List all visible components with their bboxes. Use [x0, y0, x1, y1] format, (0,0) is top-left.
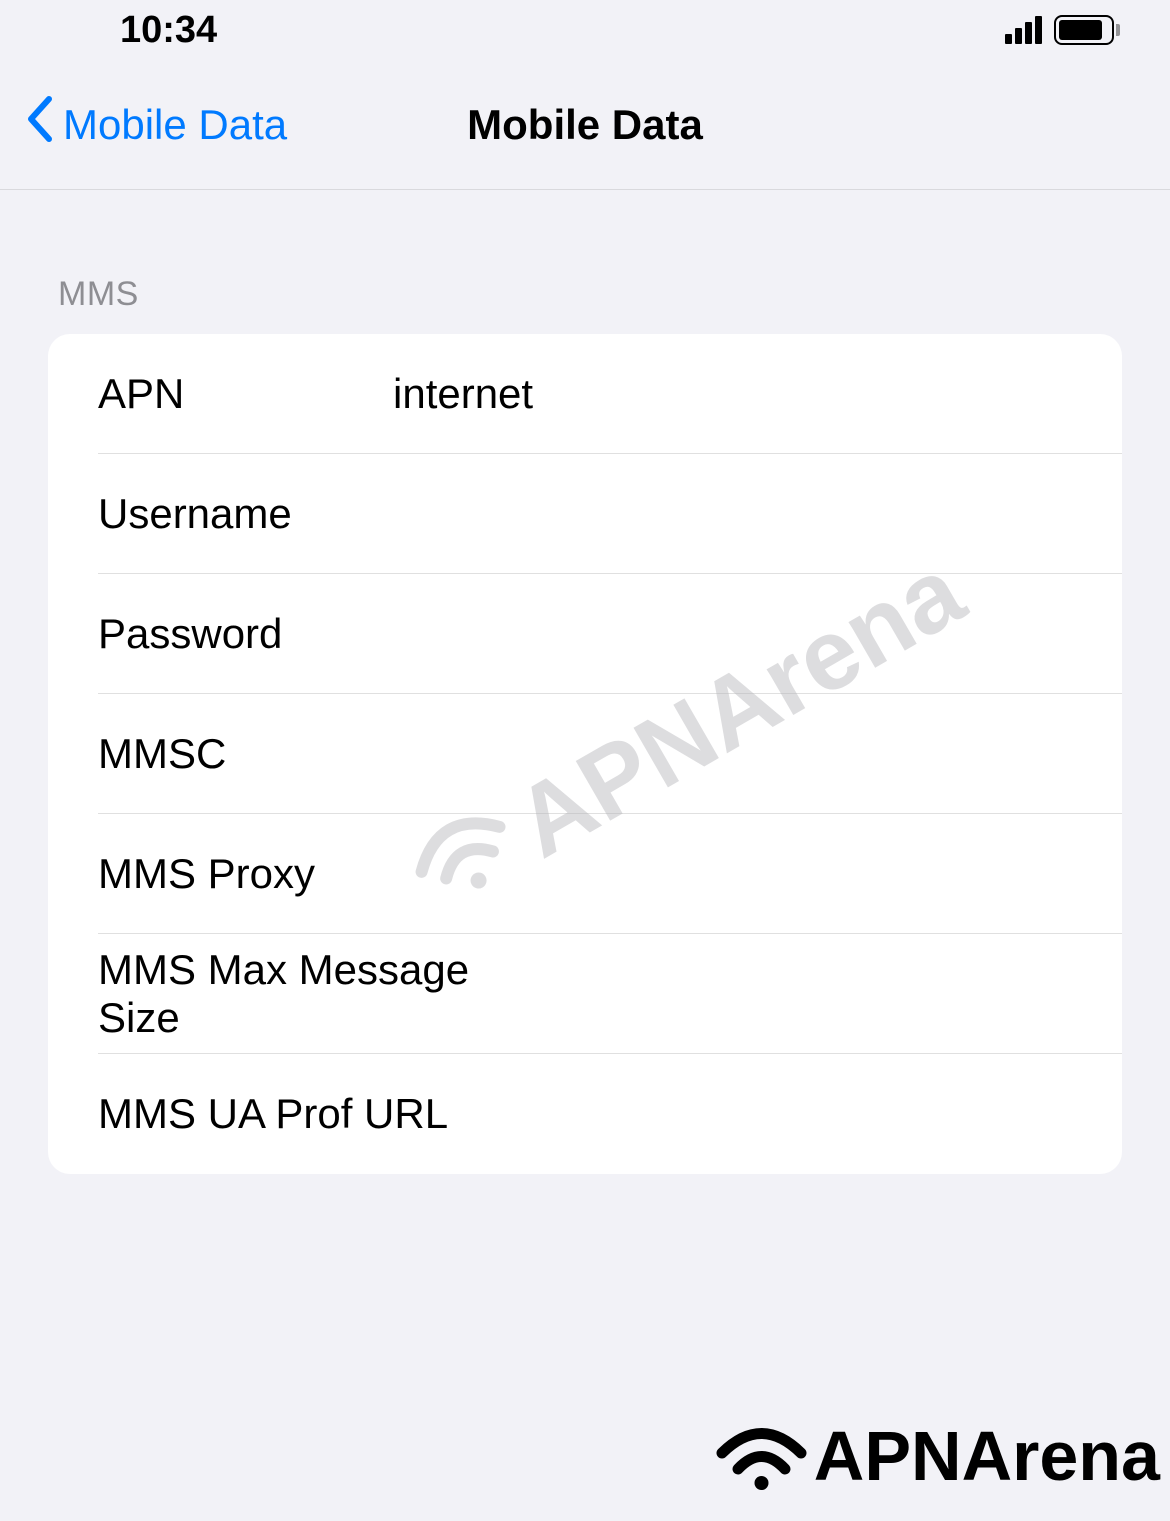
apn-label: APN [98, 370, 393, 418]
brand-text: APNArena [814, 1416, 1160, 1496]
status-time: 10:34 [120, 9, 217, 52]
mms-settings-group: APN Username Password MMSC MMS Proxy MMS… [48, 334, 1122, 1174]
wifi-icon [714, 1419, 809, 1494]
status-bar: 10:34 [0, 0, 1170, 60]
mms-ua-label: MMS UA Prof URL [98, 1090, 551, 1138]
chevron-left-icon [25, 95, 53, 155]
mmsc-input[interactable] [393, 730, 1122, 778]
mms-proxy-label: MMS Proxy [98, 850, 393, 898]
apn-row[interactable]: APN [48, 334, 1122, 454]
section-header: MMS [48, 190, 1122, 334]
mms-proxy-row[interactable]: MMS Proxy [48, 814, 1122, 934]
username-input[interactable] [393, 490, 1122, 538]
mmsc-row[interactable]: MMSC [48, 694, 1122, 814]
mms-max-input[interactable] [551, 970, 1122, 1018]
password-label: Password [98, 610, 393, 658]
back-label: Mobile Data [63, 101, 287, 149]
mms-proxy-input[interactable] [393, 850, 1122, 898]
mmsc-label: MMSC [98, 730, 393, 778]
page-title: Mobile Data [467, 101, 703, 149]
mms-max-label: MMS Max Message Size [98, 946, 551, 1042]
cellular-signal-icon [1005, 16, 1042, 44]
username-row[interactable]: Username [48, 454, 1122, 574]
brand-footer: APNArena [714, 1416, 1160, 1496]
mms-ua-row[interactable]: MMS UA Prof URL [48, 1054, 1122, 1174]
mms-ua-input[interactable] [551, 1090, 1122, 1138]
password-row[interactable]: Password [48, 574, 1122, 694]
navigation-bar: Mobile Data Mobile Data [0, 60, 1170, 190]
mms-max-row[interactable]: MMS Max Message Size [48, 934, 1122, 1054]
back-button[interactable]: Mobile Data [0, 95, 287, 155]
battery-icon [1054, 15, 1120, 45]
apn-input[interactable] [393, 370, 1122, 418]
password-input[interactable] [393, 610, 1122, 658]
username-label: Username [98, 490, 393, 538]
status-icons [1005, 15, 1120, 45]
